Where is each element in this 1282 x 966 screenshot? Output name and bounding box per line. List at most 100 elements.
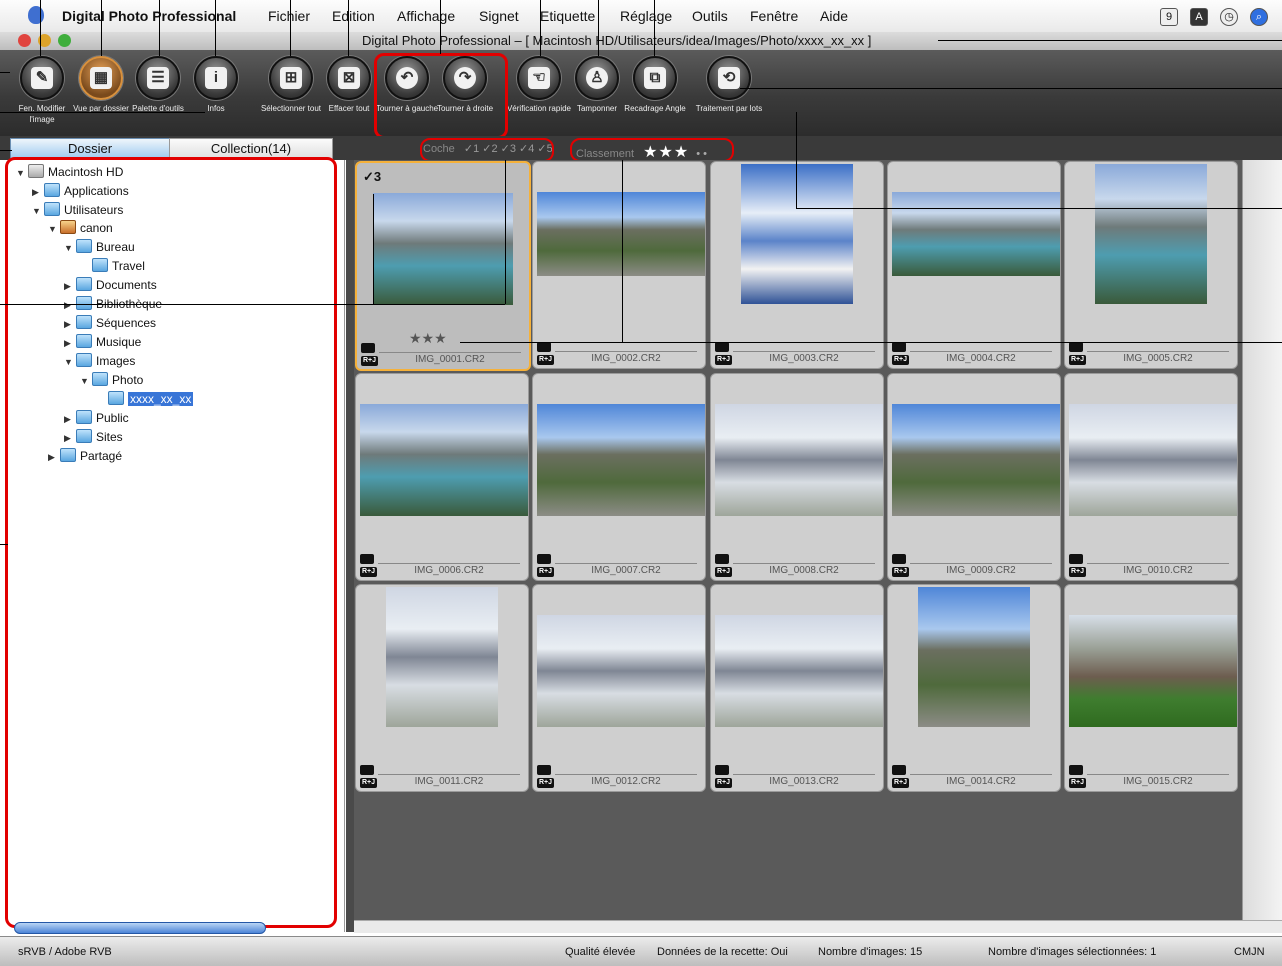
camera-icon [715,765,729,775]
crop-angle-button[interactable]: ⧉ Recadrage Angle [620,56,690,114]
thumbnail-cell[interactable]: R+J IMG_0009.CR2 [887,373,1061,581]
file-name: IMG_0009.CR2 [910,563,1052,576]
raw-jpeg-badge: R+J [892,355,910,365]
file-name: IMG_0011.CR2 [378,774,520,787]
photo-thumbnail [360,404,528,516]
file-name: IMG_0012.CR2 [555,774,697,787]
camera-icon [360,554,374,564]
raw-jpeg-badge: R+J [360,778,378,788]
callout-line [373,194,374,304]
thumbnail-cell[interactable]: R+J IMG_0007.CR2 [532,373,706,581]
thumbnail-cell[interactable]: R+J IMG_0006.CR2 [355,373,529,581]
photo-thumbnail [386,587,498,727]
callout-line [598,0,599,56]
callout-line [505,160,506,304]
callout-line [460,342,1282,343]
menu-fichier[interactable]: Fichier [268,8,310,24]
raw-jpeg-badge: R+J [360,567,378,577]
camera-icon [892,342,906,352]
menu-aide[interactable]: Aide [820,8,848,24]
batch-process-button[interactable]: ⟲ Traitement par lots [694,56,764,114]
raw-jpeg-badge: R+J [537,778,555,788]
thumbnail-cell[interactable]: R+J IMG_0015.CR2 [1064,584,1238,792]
keyboard-icon[interactable]: A [1190,8,1208,26]
thumbnail-cell[interactable]: R+J IMG_0010.CR2 [1064,373,1238,581]
file-name: IMG_0007.CR2 [555,563,697,576]
info-button[interactable]: i Infos [181,56,251,114]
menu-outils[interactable]: Outils [692,8,728,24]
callout-line [348,0,349,56]
thumbnail-cell[interactable]: R+J IMG_0012.CR2 [532,584,706,792]
camera-icon [1069,342,1083,352]
file-name: IMG_0001.CR2 [379,352,521,365]
photo-thumbnail [715,615,883,727]
photo-thumbnail [1069,615,1237,727]
rating-highlight-box [570,138,734,162]
thumbnail-cell[interactable]: R+J IMG_0003.CR2 [710,161,884,369]
menu-reglage[interactable]: Réglage [620,8,672,24]
window-title-bar: Digital Photo Professional – [ Macintosh… [0,32,1282,50]
callout-line [654,0,655,56]
menu-affichage[interactable]: Affichage [397,8,455,24]
clock-icon[interactable]: ◷ [1220,8,1238,26]
raw-jpeg-badge: R+J [1069,567,1087,577]
callout-line [440,0,441,54]
thumbnail-cell[interactable]: R+J IMG_0002.CR2 [532,161,706,369]
camera-icon [537,554,551,564]
app-menu[interactable]: Digital Photo Professional [62,8,236,24]
file-name: IMG_0015.CR2 [1087,774,1229,787]
menu-fenetre[interactable]: Fenêtre [750,8,798,24]
thumbnail-cell[interactable]: R+J IMG_0008.CR2 [710,373,884,581]
file-name: IMG_0008.CR2 [733,563,875,576]
camera-icon [892,554,906,564]
file-name: IMG_0013.CR2 [733,774,875,787]
camera-icon [1069,765,1083,775]
thumbnail-cell[interactable]: R+J IMG_0011.CR2 [355,584,529,792]
callout-line [290,0,291,56]
check-highlight-box [420,138,554,162]
file-name: IMG_0005.CR2 [1087,351,1229,364]
info-icon: i [205,67,227,89]
callout-line [101,0,102,56]
file-name: IMG_0002.CR2 [555,351,697,364]
batch-process-icon: ⟲ [718,67,740,89]
callout-line [796,112,797,208]
camera-icon [360,765,374,775]
menu-edition[interactable]: Edition [332,8,375,24]
file-name: IMG_0003.CR2 [733,351,875,364]
tool-palette-icon: ☰ [147,67,169,89]
raw-jpeg-badge: R+J [715,567,733,577]
thumbnail-cell[interactable]: R+J IMG_0013.CR2 [710,584,884,792]
recipe-status: Données de la recette: Oui [657,946,788,958]
menu-bar: Digital Photo Professional Fichier Editi… [0,0,1282,33]
camera-icon [537,765,551,775]
menu-etiquette[interactable]: Etiquette [540,8,595,24]
spotlight-icon[interactable]: ⌕ [1250,8,1268,26]
callout-line [0,72,10,73]
callout-line [622,160,623,342]
apple-menu-icon[interactable] [28,6,44,24]
thumbnail-cell[interactable]: R+J IMG_0014.CR2 [887,584,1061,792]
input-menu-icon[interactable]: 9 [1160,8,1178,26]
raw-jpeg-badge: R+J [537,355,555,365]
sidebar-horizontal-scrollbar[interactable] [14,922,266,934]
file-name: IMG_0004.CR2 [910,351,1052,364]
callout-line [159,0,160,56]
thumbnail-cell[interactable]: R+J IMG_0004.CR2 [887,161,1061,369]
photo-thumbnail [918,587,1030,727]
stamp-icon: ♙ [586,67,608,89]
quality-status: Qualité élevée [565,946,636,958]
camera-icon [1069,554,1083,564]
close-window-icon[interactable] [18,34,31,47]
tree-highlight-box [5,157,337,928]
selected-count-status: Nombre d'images sélectionnées: 1 [988,946,1157,958]
callout-line [540,0,541,56]
menu-signet[interactable]: Signet [479,8,519,24]
grid-vertical-scrollbar[interactable] [1242,160,1282,920]
callout-line [938,40,1282,41]
thumbnail-cell[interactable]: R+J IMG_0005.CR2 [1064,161,1238,369]
grid-horizontal-scrollbar[interactable] [354,920,1282,933]
camera-icon [361,343,375,353]
camera-icon [537,342,551,352]
zoom-window-icon[interactable] [58,34,71,47]
